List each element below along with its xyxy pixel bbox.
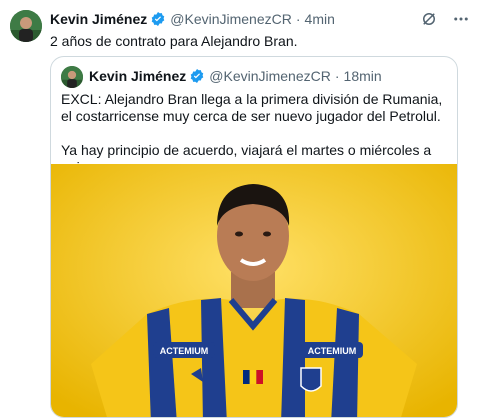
author-handle[interactable]: @KevinJimenezCR bbox=[170, 11, 292, 27]
quoted-paragraph-1: EXCL: Alejandro Bran llega a la primera … bbox=[61, 91, 443, 124]
quoted-timestamp[interactable]: 18min bbox=[344, 68, 382, 84]
grok-icon[interactable] bbox=[420, 10, 438, 28]
tweet-actions-top bbox=[420, 10, 470, 28]
quoted-author-handle[interactable]: @KevinJimenezCR bbox=[209, 68, 331, 84]
verified-badge-icon bbox=[150, 11, 166, 27]
verified-badge-icon bbox=[189, 68, 205, 84]
quoted-author-avatar[interactable] bbox=[61, 66, 83, 88]
author-name[interactable]: Kevin Jiménez bbox=[50, 11, 147, 27]
sponsor-right: ACTEMIUM bbox=[308, 346, 357, 356]
separator-dot: · bbox=[295, 11, 301, 27]
tweet-header: Kevin Jiménez @KevinJimenezCR · 4min bbox=[50, 11, 335, 27]
quoted-tweet[interactable]: Kevin Jiménez @KevinJimenezCR · 18min EX… bbox=[50, 56, 458, 418]
quoted-photo[interactable]: ACTEMIUM ACTEMIUM bbox=[51, 164, 457, 417]
tweet-text: 2 años de contrato para Alejandro Bran. bbox=[50, 33, 298, 49]
separator-dot: · bbox=[334, 68, 340, 84]
sponsor-left: ACTEMIUM bbox=[160, 346, 209, 356]
tweet: Kevin Jiménez @KevinJimenezCR · 4min 2 a… bbox=[0, 0, 482, 418]
author-avatar[interactable] bbox=[10, 10, 42, 42]
quoted-author-name[interactable]: Kevin Jiménez bbox=[89, 68, 186, 84]
tweet-timestamp[interactable]: 4min bbox=[305, 11, 335, 27]
quoted-header: Kevin Jiménez @KevinJimenezCR · 18min bbox=[89, 68, 382, 84]
more-icon[interactable] bbox=[452, 10, 470, 28]
